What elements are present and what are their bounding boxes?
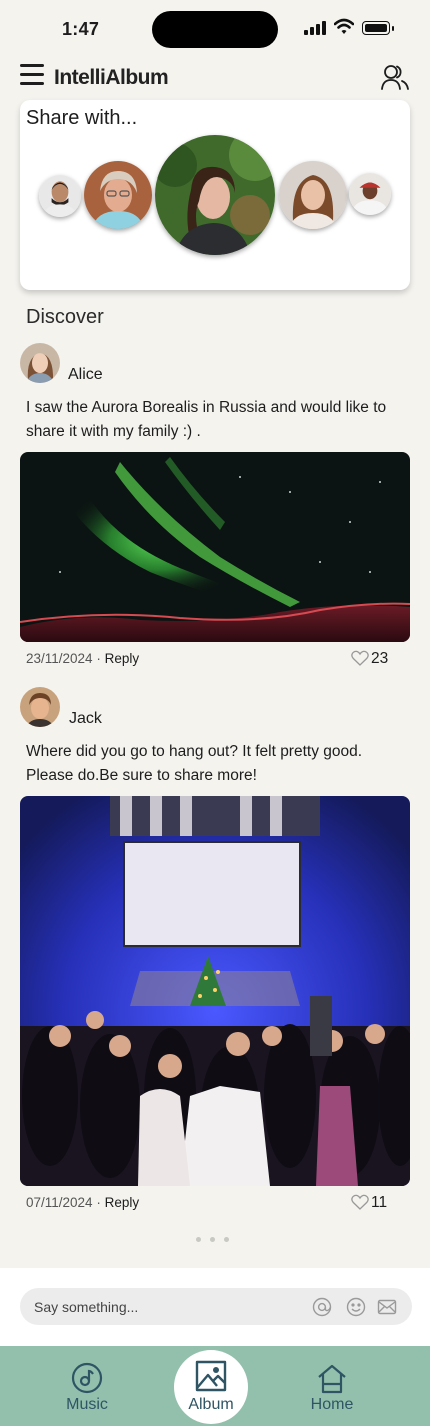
contact-avatar-selected[interactable] xyxy=(155,135,275,255)
wifi-icon xyxy=(334,18,354,34)
dynamic-island xyxy=(152,11,278,48)
tab-label: Album xyxy=(188,1396,234,1413)
tab-home[interactable]: Home xyxy=(277,1346,387,1426)
post-date: 23/11/2024 xyxy=(26,651,93,666)
post-meta: 23/11/2024 · Reply xyxy=(26,651,140,666)
page-indicator xyxy=(196,1237,229,1242)
contact-avatar[interactable] xyxy=(84,161,152,229)
like-count: 23 xyxy=(371,650,389,667)
status-bar: 1:47 xyxy=(0,0,430,56)
tab-album-active[interactable]: Album xyxy=(174,1350,248,1424)
status-time: 1:47 xyxy=(62,19,100,39)
reply-link[interactable]: Reply xyxy=(105,651,140,666)
composer xyxy=(0,1268,430,1346)
post-text: Where did you go to hang out? It felt pr… xyxy=(26,743,363,784)
signal-icon xyxy=(304,21,328,35)
tab-label: Music xyxy=(66,1396,108,1413)
menu-icon[interactable] xyxy=(20,63,46,85)
tab-music[interactable]: Music xyxy=(32,1346,142,1426)
like-button[interactable]: 23 xyxy=(351,650,388,668)
post-meta: 07/11/2024 · Reply xyxy=(26,1195,140,1210)
contact-avatar[interactable] xyxy=(39,175,81,217)
heart-icon xyxy=(351,650,369,666)
discover-title: Discover xyxy=(26,306,104,328)
app-bar: IntelliAlbum xyxy=(0,60,430,96)
battery-icon xyxy=(362,21,394,35)
contact-avatar[interactable] xyxy=(279,161,347,229)
post-date: 07/11/2024 xyxy=(26,1195,93,1210)
people-icon[interactable] xyxy=(380,62,410,92)
app-title: IntelliAlbum xyxy=(54,66,169,89)
at-icon[interactable] xyxy=(312,1297,332,1317)
user-avatar[interactable] xyxy=(20,687,60,727)
post-image-aurora[interactable] xyxy=(20,452,410,642)
tab-label: Home xyxy=(310,1396,354,1413)
composer-field xyxy=(20,1288,412,1325)
album-icon xyxy=(195,1360,227,1392)
post-username[interactable]: Jack xyxy=(69,710,102,728)
reply-link[interactable]: Reply xyxy=(105,1195,140,1210)
like-count: 11 xyxy=(371,1194,388,1211)
smiley-icon[interactable] xyxy=(346,1297,366,1317)
post-text: I saw the Aurora Borealis in Russia and … xyxy=(26,399,387,440)
share-card: Share with... xyxy=(20,100,410,290)
post-image-party[interactable] xyxy=(20,796,410,1186)
heart-icon xyxy=(351,1194,369,1210)
like-button[interactable]: 11 xyxy=(351,1194,387,1212)
home-icon xyxy=(318,1364,346,1394)
contact-avatar[interactable] xyxy=(349,173,391,215)
music-icon xyxy=(71,1362,103,1394)
user-avatar[interactable] xyxy=(20,343,60,383)
mail-icon[interactable] xyxy=(377,1297,397,1317)
comment-input[interactable] xyxy=(34,1288,304,1325)
post-username[interactable]: Alice xyxy=(68,366,103,384)
share-title: Share with... xyxy=(26,107,138,129)
